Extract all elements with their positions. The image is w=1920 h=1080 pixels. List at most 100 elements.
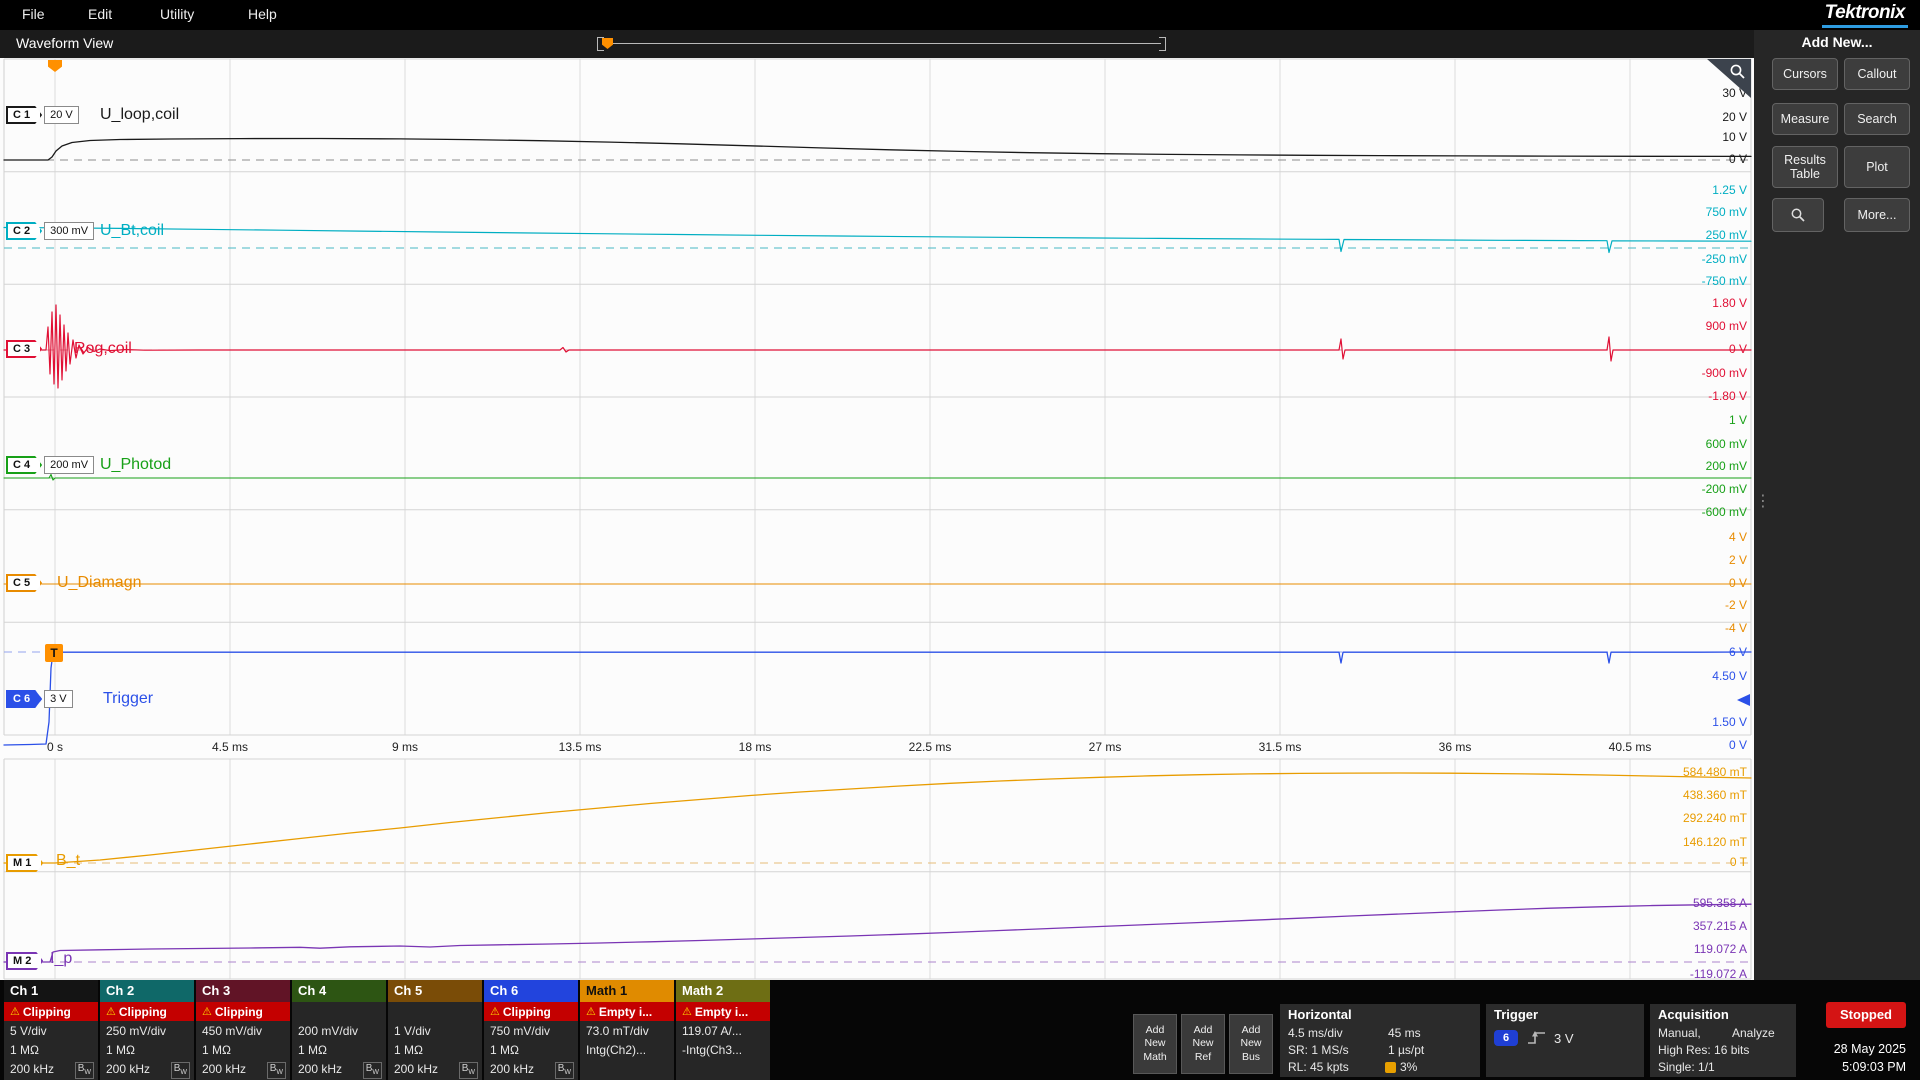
trace-Rog-coil <box>4 305 1751 388</box>
channel-badge-c1[interactable]: C 1 20 V <box>6 105 79 125</box>
waveform-label-u-diamagn: U_Diamagn <box>57 574 141 592</box>
system-time: 5:09:03 PM <box>1796 1060 1906 1074</box>
waveform-view-header: Waveform View <box>0 30 1754 58</box>
waveform-label-u-bt-coil: U_Bt,coil <box>100 222 164 240</box>
acquisition-resolution: High Res: 16 bits <box>1658 1043 1749 1057</box>
channel-tab[interactable]: Ch 2 <box>100 980 194 1002</box>
channel-box-ch-1[interactable]: Ch 1⚠Clipping5 V/div1 MΩ200 kHzBW <box>4 980 98 1080</box>
callout-button[interactable]: Callout <box>1844 58 1910 90</box>
channel-badge-c3[interactable]: C 3 <box>6 339 42 359</box>
waveform-label-i-p: I_p <box>50 950 72 968</box>
channel-tab[interactable]: Ch 1 <box>4 980 98 1002</box>
channel-box-ch-2[interactable]: Ch 2⚠Clipping250 mV/div1 MΩ200 kHzBW <box>100 980 194 1080</box>
menu-file[interactable]: File <box>22 6 45 22</box>
channel-scale-value: 200 mV <box>44 456 94 474</box>
add-new-ref-button[interactable]: Add New Ref <box>1181 1014 1225 1074</box>
channel-setting-row: 750 mV/div <box>484 1021 578 1040</box>
channel-box-ch-3[interactable]: Ch 3⚠Clipping450 mV/div1 MΩ200 kHzBW <box>196 980 290 1080</box>
record-view-bar[interactable] <box>597 37 1166 51</box>
trace-U_Bt-coil <box>4 228 1751 253</box>
sample-interval: 1 µs/pt <box>1388 1043 1424 1057</box>
add-new-bus-button[interactable]: Add New Bus <box>1229 1014 1273 1074</box>
warning-icon: ⚠ <box>586 1005 596 1018</box>
menu-help[interactable]: Help <box>248 6 277 22</box>
warning-icon: ⚠ <box>490 1005 500 1018</box>
cursors-button[interactable]: Cursors <box>1772 58 1838 90</box>
horizontal-panel[interactable]: Horizontal 4.5 ms/div 45 ms SR: 1 MS/s 1… <box>1280 1004 1480 1077</box>
run-stop-status-button[interactable]: Stopped <box>1826 1002 1906 1028</box>
right-panel: Add New... Cursors Callout Measure Searc… <box>1754 30 1920 980</box>
bottom-bar: Ch 1⚠Clipping5 V/div1 MΩ200 kHzBWCh 2⚠Cl… <box>0 980 1920 1080</box>
more-button[interactable]: More... <box>1844 198 1910 232</box>
math-badge-m2[interactable]: M 2 <box>6 951 43 971</box>
menu-utility[interactable]: Utility <box>160 6 194 22</box>
panel-divider-handle[interactable]: ⋮ <box>1755 498 1771 506</box>
waveform-label-u-photod: U_Photod <box>100 456 171 474</box>
channel-badge-c4[interactable]: C 4 200 mV <box>6 455 94 475</box>
channel-setting-row: 1 MΩ <box>4 1040 98 1059</box>
clipping-warning: ⚠Clipping <box>484 1002 578 1021</box>
channel-badge-c6[interactable]: C 6 3 V <box>6 689 73 709</box>
channel-tab[interactable]: Math 1 <box>580 980 674 1002</box>
channel-box-math-2[interactable]: Math 2⚠Empty i...119.07 A/...-Intg(Ch3..… <box>676 980 770 1080</box>
channel-scale-value: 3 V <box>44 690 73 708</box>
trigger-t-badge[interactable]: T <box>45 644 63 662</box>
add-new-title: Add New... <box>1754 34 1920 50</box>
magnifier-icon <box>1789 206 1807 224</box>
magnifier-icon <box>1728 62 1748 82</box>
channel-box-ch-4[interactable]: Ch 4200 mV/div1 MΩ200 kHzBW <box>292 980 386 1080</box>
channel-tab[interactable]: Ch 5 <box>388 980 482 1002</box>
channel-box-ch-6[interactable]: Ch 6⚠Clipping750 mV/div1 MΩ200 kHzBW <box>484 980 578 1080</box>
results-table-button[interactable]: Results Table <box>1772 146 1838 188</box>
channel-setting-row: 200 kHzBW <box>484 1059 578 1078</box>
channel-setting-row: 73.0 mT/div <box>580 1021 674 1040</box>
compression-icon <box>1385 1062 1396 1073</box>
waveform-label-u-loop-coil: U_loop,coil <box>100 106 179 124</box>
bandwidth-icon: BW <box>459 1062 478 1079</box>
channel-tab[interactable]: Math 2 <box>676 980 770 1002</box>
bandwidth-icon: BW <box>267 1062 286 1079</box>
compression-value: 3% <box>1400 1060 1417 1074</box>
search-button[interactable]: Search <box>1844 103 1910 135</box>
channel-box-ch-5[interactable]: Ch 51 V/div1 MΩ200 kHzBW <box>388 980 482 1080</box>
trigger-source-badge: 6 <box>1494 1030 1518 1046</box>
math-badge-m1[interactable]: M 1 <box>6 853 43 873</box>
clipping-warning: ⚠Clipping <box>4 1002 98 1021</box>
channel-tag: C 4 <box>6 456 42 474</box>
zoom-mode-button[interactable] <box>1772 198 1824 232</box>
acquisition-panel[interactable]: Acquisition Manual, Analyze High Res: 16… <box>1650 1004 1796 1077</box>
bandwidth-icon: BW <box>171 1062 190 1079</box>
menu-edit[interactable]: Edit <box>88 6 112 22</box>
channel-tag: C 2 <box>6 222 42 240</box>
channel-tag: C 1 <box>6 106 42 124</box>
channel-setting-row: 1 V/div <box>388 1021 482 1040</box>
trace-I_p <box>4 904 1751 962</box>
channel-tag: M 2 <box>6 952 43 970</box>
channel-box-math-1[interactable]: Math 1⚠Empty i...73.0 mT/divIntg(Ch2)... <box>580 980 674 1080</box>
trigger-panel[interactable]: Trigger 6 3 V <box>1486 1004 1644 1077</box>
channel-setting-row <box>676 1059 770 1078</box>
channel-badge-c5[interactable]: C 5 <box>6 573 42 593</box>
acquisition-single: Single: 1/1 <box>1658 1060 1715 1074</box>
plot-button[interactable]: Plot <box>1844 146 1910 188</box>
channel-setting-row: Intg(Ch2)... <box>580 1040 674 1059</box>
channel-tab[interactable]: Ch 4 <box>292 980 386 1002</box>
channel-tab[interactable]: Ch 3 <box>196 980 290 1002</box>
channel-scale-value: 300 mV <box>44 222 94 240</box>
channel-badge-c2[interactable]: C 2 300 mV <box>6 221 94 241</box>
waveform-view-title: Waveform View <box>16 35 113 51</box>
system-date: 28 May 2025 <box>1796 1042 1906 1056</box>
empty-row <box>388 1002 482 1021</box>
measure-button[interactable]: Measure <box>1772 103 1838 135</box>
trace-B_t <box>4 773 1751 863</box>
clipping-warning: ⚠Empty i... <box>676 1002 770 1021</box>
bandwidth-icon: BW <box>75 1062 94 1079</box>
warning-icon: ⚠ <box>682 1005 692 1018</box>
channel-setting-row: -Intg(Ch3... <box>676 1040 770 1059</box>
channel-tag: C 5 <box>6 574 42 592</box>
add-new-math-button[interactable]: Add New Math <box>1133 1014 1177 1074</box>
trigger-level-arrow-icon[interactable] <box>1737 694 1750 706</box>
trace-U_loop-coil <box>4 139 1751 161</box>
channel-tab[interactable]: Ch 6 <box>484 980 578 1002</box>
acquisition-title: Acquisition <box>1658 1007 1729 1022</box>
